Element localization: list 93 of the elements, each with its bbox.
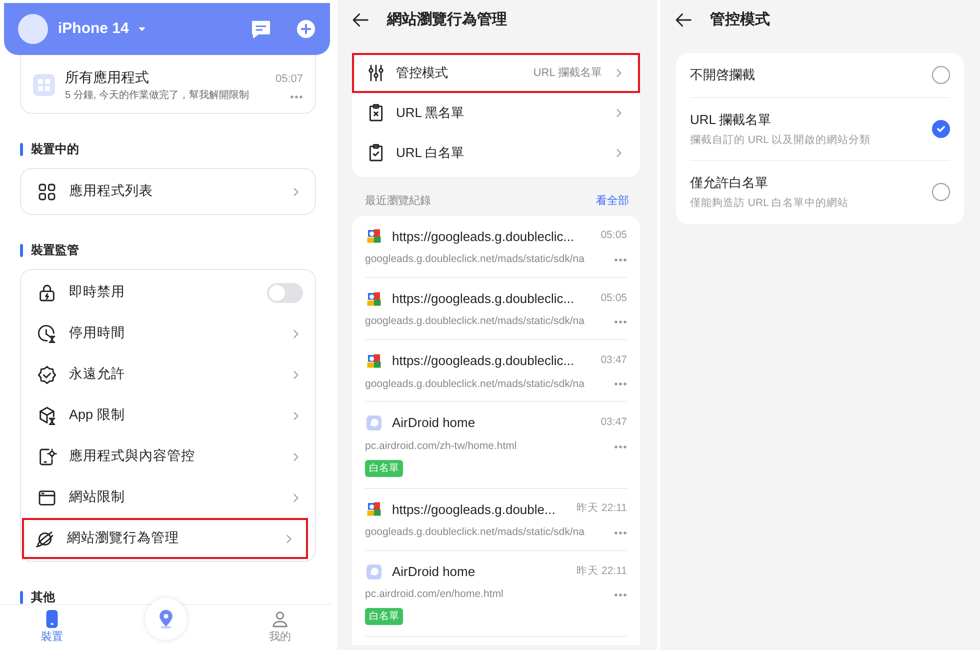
- menu-item[interactable]: 應用程式與內容管控: [21, 436, 315, 477]
- chat-bubble-icon: [365, 562, 383, 580]
- visit-time: 昨天 22:11: [576, 501, 627, 516]
- settings-item[interactable]: URL 黑名單: [352, 93, 640, 133]
- more-icon: [614, 530, 627, 535]
- nav-tab[interactable]: 我的: [269, 609, 291, 646]
- visit-time: 昨天 22:11: [576, 564, 627, 579]
- request-time: 05:07: [275, 72, 303, 87]
- multicolor-logo-icon: [365, 352, 383, 370]
- avatar: [18, 14, 48, 44]
- page-url: googleads.g.doubleclick.net/mads/static/sdk/na: [365, 314, 584, 330]
- whitelist-tag: 白名單: [365, 608, 403, 625]
- more-button[interactable]: [614, 258, 627, 262]
- visit-time: 05:05: [600, 290, 627, 306]
- menu-item[interactable]: 網站限制: [21, 477, 315, 518]
- more-icon: [614, 444, 627, 449]
- menu-item[interactable]: 網站瀏覽行為管理: [22, 518, 308, 559]
- section-title: 其他: [31, 589, 55, 604]
- menu-item[interactable]: 停用時間: [21, 313, 315, 354]
- radio-button[interactable]: [932, 66, 950, 84]
- app-grid-icon: [33, 74, 55, 96]
- more-button[interactable]: [614, 320, 627, 324]
- section-title: 最近瀏覽紀錄: [365, 194, 431, 209]
- menu-item[interactable]: 永遠允許: [21, 354, 315, 395]
- multicolor-logo-icon: [365, 500, 383, 518]
- planet-icon: [35, 528, 55, 548]
- page-url: pc.airdroid.com/zh-tw/home.html: [365, 438, 517, 454]
- radio-button[interactable]: [932, 183, 950, 202]
- page-title-link[interactable]: AirDroid home: [392, 413, 476, 433]
- page-title-link[interactable]: https://googleads.g.doubleclic...: [392, 351, 574, 370]
- tablet-gear-icon: [37, 446, 57, 466]
- page-title-link[interactable]: AirDroid home: [392, 562, 476, 582]
- visit-time: 03:47: [600, 415, 627, 430]
- menu-item[interactable]: 即時禁用: [21, 272, 315, 313]
- page-url: googleads.g.doubleclick.net/mads/static/sdk/na: [365, 252, 584, 267]
- plus-icon[interactable]: [296, 19, 316, 39]
- more-button[interactable]: [614, 530, 627, 535]
- more-icon: [614, 593, 627, 598]
- option-description: 僅能夠造訪 URL 白名單中的網站: [690, 196, 850, 211]
- visit-time: 05:05: [600, 228, 627, 244]
- page-url: pc.airdroid.com/en/home.html: [365, 587, 504, 602]
- request-card[interactable]: 所有應用程式 5 分鐘, 今天的作業做完了，幫我解開限制 05:07: [20, 55, 316, 114]
- multicolor-logo-icon: [365, 290, 383, 308]
- view-all-link[interactable]: 看全部: [596, 193, 629, 210]
- radio-button[interactable]: [932, 120, 950, 138]
- option-label: 僅允許白名單: [690, 174, 769, 192]
- option-label: 不開啓攔截: [690, 66, 756, 84]
- grid-icon: [37, 182, 57, 202]
- person-icon: [270, 609, 290, 630]
- sliders-icon: [366, 63, 386, 83]
- toggle-switch[interactable]: [267, 282, 303, 302]
- check-badge-icon: [37, 364, 57, 384]
- page-url: googleads.g.doubleclick.net/mads/static/sdk/na: [365, 525, 584, 540]
- section-marker: [20, 590, 23, 604]
- app-name: 所有應用程式: [65, 68, 150, 87]
- more-button[interactable]: [614, 593, 627, 598]
- section-marker: [20, 142, 23, 156]
- multicolor-logo-icon: [365, 227, 383, 246]
- nav-tab[interactable]: 裝置: [41, 609, 63, 646]
- menu-item[interactable]: App 限制: [21, 395, 315, 436]
- request-message: 5 分鐘, 今天的作業做完了，幫我解開限制: [65, 88, 250, 103]
- settings-item[interactable]: 管控模式 URL 攔截名單: [352, 53, 640, 93]
- section-title: 裝置監管: [31, 242, 79, 259]
- section-marker: [20, 244, 23, 256]
- whitelist-tag: 白名單: [365, 460, 403, 476]
- message-icon[interactable]: [250, 18, 272, 40]
- page-title: 管控模式: [710, 10, 770, 30]
- clock-icon: [37, 324, 57, 344]
- chat-bubble-icon: [365, 414, 383, 432]
- option-description: 攔截自訂的 URL 以及開啟的網站分類: [690, 132, 872, 148]
- page-title-link[interactable]: https://googleads.g.double...: [392, 500, 556, 519]
- visit-time: 03:47: [600, 352, 627, 368]
- current-mode: URL 攔截名單: [533, 66, 602, 81]
- page-title: 網站瀏覽行為管理: [387, 10, 507, 30]
- page-url: googleads.g.doubleclick.net/mads/static/sdk/na: [365, 376, 584, 392]
- section-title: 裝置中的: [31, 141, 79, 158]
- browser-window-icon: [37, 488, 57, 508]
- page-title-link[interactable]: https://googleads.g.doubleclic...: [392, 226, 574, 246]
- settings-item[interactable]: URL 白名單: [352, 133, 640, 173]
- more-button[interactable]: [614, 382, 627, 386]
- location-button[interactable]: [145, 598, 187, 640]
- more-button[interactable]: [614, 444, 627, 449]
- menu-item[interactable]: 應用程式列表: [21, 171, 315, 212]
- more-icon: [290, 95, 303, 100]
- cube-icon: [37, 406, 57, 426]
- lock-icon: [37, 282, 57, 302]
- more-icon: [614, 382, 627, 386]
- more-icon: [614, 320, 627, 324]
- more-icon: [614, 258, 627, 262]
- more-button[interactable]: [290, 95, 303, 100]
- check-icon: [936, 124, 946, 134]
- option-label: URL 攔截名單: [690, 111, 772, 129]
- page-title-link[interactable]: https://googleads.g.doubleclic...: [392, 288, 574, 308]
